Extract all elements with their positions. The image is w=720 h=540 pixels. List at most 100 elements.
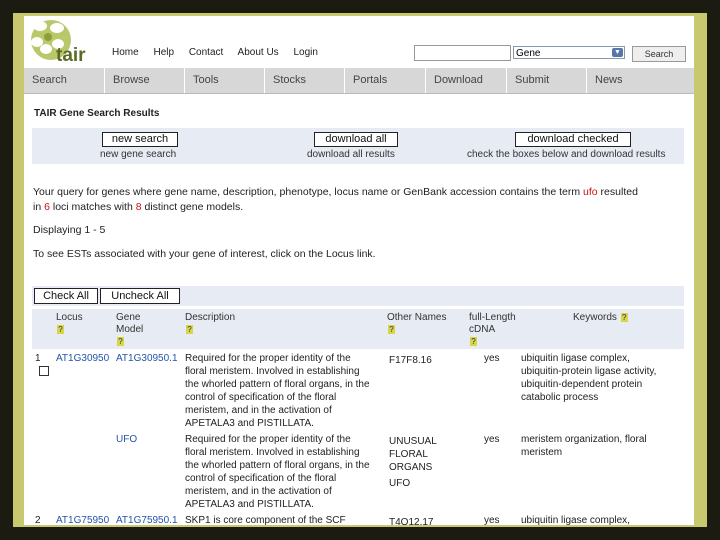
keyword-line: ubiquitin ligase complex, (521, 353, 630, 364)
chevron-down-icon[interactable]: ▼ (612, 48, 623, 57)
description-line: the whorled pattern of floral organs, in… (185, 379, 370, 390)
tair-page: tair Home Help Contact About Us Login Ge… (24, 16, 694, 525)
query-summary-line2: in 6 loci matches with 8 distinct gene m… (33, 201, 243, 213)
nav-submit[interactable]: Submit (506, 68, 586, 93)
help-icon[interactable]: ? (186, 325, 193, 334)
description-line: meristem, and in the activation of (185, 405, 332, 416)
col-other-names-label: Other Names (387, 312, 447, 323)
check-bar: Check All Uncheck All (32, 286, 684, 306)
main-nav: Search Browse Tools Stocks Portals Downl… (24, 68, 694, 94)
description-line: Required for the proper identity of the (185, 434, 351, 445)
search-type-select[interactable]: Gene ▼ (513, 46, 625, 59)
col-locus-label: Locus (56, 312, 83, 323)
description-line: the whorled pattern of floral organs, in… (185, 460, 370, 471)
table-header: Locus ? Gene Model ? Description ? Other… (32, 309, 684, 349)
uncheck-all-button[interactable]: Uncheck All (100, 288, 180, 304)
other-name-line: UFO (389, 478, 411, 489)
help-icon[interactable]: ? (620, 313, 628, 322)
query-text-mid: loci matches with (49, 201, 136, 213)
help-icon[interactable]: ? (57, 325, 64, 334)
col-locus: Locus ? (56, 312, 83, 336)
nav-search[interactable]: Search (24, 68, 104, 93)
col-gene-label: Gene (116, 312, 141, 323)
row-number: 2 (35, 515, 41, 525)
col-description: Description ? (185, 312, 235, 336)
search-input[interactable] (414, 45, 511, 61)
gene-model-link[interactable]: AT1G30950.1 (116, 352, 178, 365)
other-name-line: FLORAL (389, 449, 428, 460)
keyword-line: catabolic process (521, 392, 599, 403)
description-line: Required for the proper identity of the (185, 353, 351, 364)
new-search-caption: new gene search (100, 149, 177, 160)
col-gene-model: Gene Model ? (116, 312, 143, 348)
page-title: TAIR Gene Search Results (34, 108, 160, 119)
col-keywords: Keywords ? (573, 312, 628, 324)
logo-text: tair (56, 45, 86, 66)
nav-download[interactable]: Download (425, 68, 506, 93)
nav-portals[interactable]: Portals (344, 68, 425, 93)
top-link-home[interactable]: Home (112, 47, 139, 58)
gene-model-link[interactable]: UFO (116, 433, 137, 446)
top-link-login[interactable]: Login (293, 47, 317, 58)
col-full-length-label: full-Length (469, 312, 516, 323)
new-search-button[interactable]: new search (102, 132, 178, 147)
query-text-end: resulted (597, 186, 638, 198)
download-all-caption: download all results (307, 149, 395, 160)
nav-news[interactable]: News (586, 68, 694, 93)
col-description-label: Description (185, 312, 236, 323)
download-checked-caption: check the boxes below and download resul… (467, 149, 666, 160)
description-line: control of specification of the floral (185, 392, 337, 403)
col-cdna-label: cDNA (469, 324, 496, 335)
top-link-about[interactable]: About Us (238, 47, 279, 58)
query-text-in: in (33, 201, 45, 213)
top-links: Home Help Contact About Us Login (112, 47, 330, 58)
row-number: 1 (35, 353, 41, 364)
description-line: meristem, and in the activation of (185, 486, 332, 497)
keyword-line: ubiquitin-dependent protein (521, 379, 643, 390)
keywords-cell: ubiquitin ligase complex, (521, 515, 630, 525)
displaying-range: Displaying 1 - 5 (33, 224, 106, 236)
download-checked-button[interactable]: download checked (515, 132, 631, 147)
tair-logo[interactable]: tair (26, 16, 98, 68)
nav-browse[interactable]: Browse (104, 68, 184, 93)
gene-model-link[interactable]: AT1G75950.1 (116, 514, 178, 525)
download-all-button[interactable]: download all (314, 132, 398, 147)
keywords-cell: ubiquitin ligase complex, ubiquitin-prot… (521, 352, 656, 404)
col-keywords-label: Keywords (573, 312, 617, 323)
description-line: APETALA3 and PISTILLATA. (185, 418, 314, 429)
col-other-names: Other Names ? (387, 312, 446, 336)
other-names-cell: T4O12.17 (389, 517, 434, 525)
action-bar: new search new gene search download all … (32, 128, 684, 164)
col-full-length: full-Length cDNA ? (469, 312, 516, 348)
locus-link[interactable]: AT1G75950 (56, 514, 109, 525)
cdna-cell: yes (484, 434, 500, 445)
description-cell: Required for the proper identity of the … (185, 433, 370, 511)
keyword-line: meristem organization, floral (521, 434, 647, 445)
locus-link[interactable]: AT1G30950 (56, 352, 109, 365)
help-icon[interactable]: ? (470, 337, 477, 346)
help-icon[interactable]: ? (117, 337, 124, 346)
keyword-line: meristem (521, 447, 563, 458)
top-link-contact[interactable]: Contact (189, 47, 223, 58)
keywords-cell: meristem organization, floral meristem (521, 433, 647, 459)
search-button[interactable]: Search (632, 46, 686, 62)
cdna-cell: yes (484, 515, 500, 525)
query-term: ufo (583, 186, 598, 198)
description-cell: SKP1 is core component of the SCF (185, 515, 346, 525)
row-checkbox[interactable] (39, 366, 49, 376)
description-line: floral meristem. Involved in establishin… (185, 447, 360, 458)
nav-tools[interactable]: Tools (184, 68, 264, 93)
query-summary-line1: Your query for genes where gene name, de… (33, 186, 638, 198)
cdna-cell: yes (484, 353, 500, 364)
description-line: control of specification of the floral (185, 473, 337, 484)
check-all-button[interactable]: Check All (34, 288, 98, 304)
other-names-cell: F17F8.16 (389, 355, 432, 366)
other-name-line: UNUSUAL (389, 436, 437, 447)
top-link-help[interactable]: Help (153, 47, 174, 58)
other-name-line: ORGANS (389, 462, 433, 473)
help-icon[interactable]: ? (388, 325, 395, 334)
est-note: To see ESTs associated with your gene of… (33, 248, 376, 260)
description-cell: Required for the proper identity of the … (185, 352, 370, 430)
col-model-label: Model (116, 324, 144, 335)
nav-stocks[interactable]: Stocks (264, 68, 344, 93)
